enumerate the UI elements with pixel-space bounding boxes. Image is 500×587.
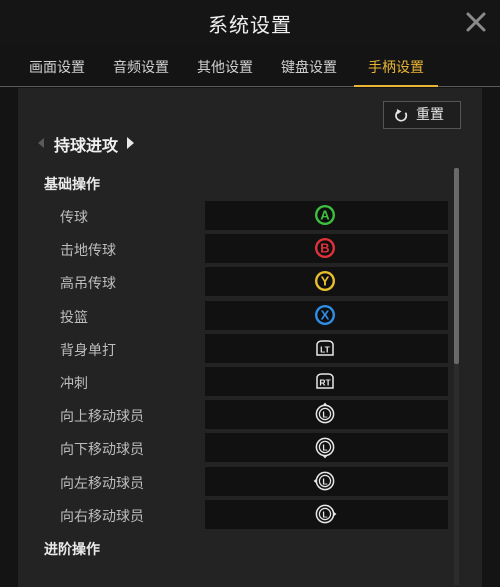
prev-section-arrow-icon[interactable] (38, 138, 44, 148)
binding-slot[interactable]: L (205, 500, 448, 529)
b-button-icon: B (313, 236, 337, 260)
left-stick-left-icon: L (313, 469, 337, 493)
binding-slot[interactable]: LT (205, 334, 448, 363)
svg-text:X: X (321, 308, 330, 323)
svg-text:LT: LT (320, 345, 331, 355)
svg-text:L: L (322, 509, 327, 519)
binding-label: 击地传球 (60, 243, 116, 259)
svg-text:B: B (320, 241, 329, 256)
rt-trigger-icon: RT (313, 369, 337, 393)
binding-label: 投篮 (60, 310, 88, 326)
tab-display[interactable]: 画面设置 (26, 52, 88, 86)
group-title-advanced: 进阶操作 (44, 542, 100, 558)
close-icon (466, 12, 486, 32)
title-bar: 系统设置 (0, 0, 500, 46)
tab-other[interactable]: 其他设置 (194, 52, 256, 86)
binding-label: 背身单打 (60, 343, 116, 359)
settings-tabs: 画面设置 音频设置 其他设置 键盘设置 手柄设置 (0, 52, 500, 87)
window-title: 系统设置 (208, 13, 292, 37)
binding-slot[interactable]: Y (205, 267, 448, 296)
reset-icon (395, 108, 408, 122)
section-title: 持球进攻 (54, 136, 119, 155)
binding-label: 冲刺 (60, 376, 88, 392)
tab-audio[interactable]: 音频设置 (110, 52, 172, 86)
settings-panel: 重置 持球进攻 基础操作 传球 A 击地传球 B 高吊传球 Y 投篮 X 背身单… (18, 88, 482, 587)
y-button-icon: Y (313, 269, 337, 293)
svg-text:L: L (322, 476, 327, 486)
binding-slot[interactable]: L (205, 400, 448, 429)
scrollbar-thumb[interactable] (454, 168, 459, 364)
lt-trigger-icon: LT (313, 336, 337, 360)
left-stick-up-icon: L (313, 402, 337, 426)
group-title-basic: 基础操作 (44, 177, 100, 193)
tab-keyboard[interactable]: 键盘设置 (278, 52, 340, 86)
svg-text:A: A (320, 208, 330, 223)
binding-label: 传球 (60, 210, 88, 226)
left-stick-down-icon: L (313, 435, 337, 459)
svg-text:RT: RT (319, 378, 331, 388)
binding-slot[interactable]: X (205, 301, 448, 330)
close-button[interactable] (462, 8, 490, 36)
svg-text:Y: Y (321, 274, 330, 289)
binding-label: 高吊传球 (60, 276, 116, 292)
binding-slot[interactable]: L (205, 467, 448, 496)
binding-slot[interactable]: A (205, 201, 448, 230)
binding-label: 向上移动球员 (60, 409, 144, 425)
tab-controller[interactable]: 手柄设置 (354, 52, 438, 87)
binding-label: 向左移动球员 (60, 476, 144, 492)
left-stick-right-icon: L (313, 502, 337, 526)
binding-slot[interactable]: L (205, 433, 448, 462)
a-button-icon: A (313, 203, 337, 227)
svg-text:L: L (322, 442, 327, 452)
next-section-arrow-icon[interactable] (127, 137, 134, 149)
binding-slot[interactable]: B (205, 234, 448, 263)
binding-slot[interactable]: RT (205, 367, 448, 396)
binding-label: 向下移动球员 (60, 442, 144, 458)
reset-button[interactable]: 重置 (383, 101, 461, 129)
reset-label: 重置 (416, 107, 444, 123)
svg-text:L: L (322, 409, 327, 419)
binding-label: 向右移动球员 (60, 509, 144, 525)
x-button-icon: X (313, 303, 337, 327)
scrollbar[interactable] (454, 168, 459, 585)
